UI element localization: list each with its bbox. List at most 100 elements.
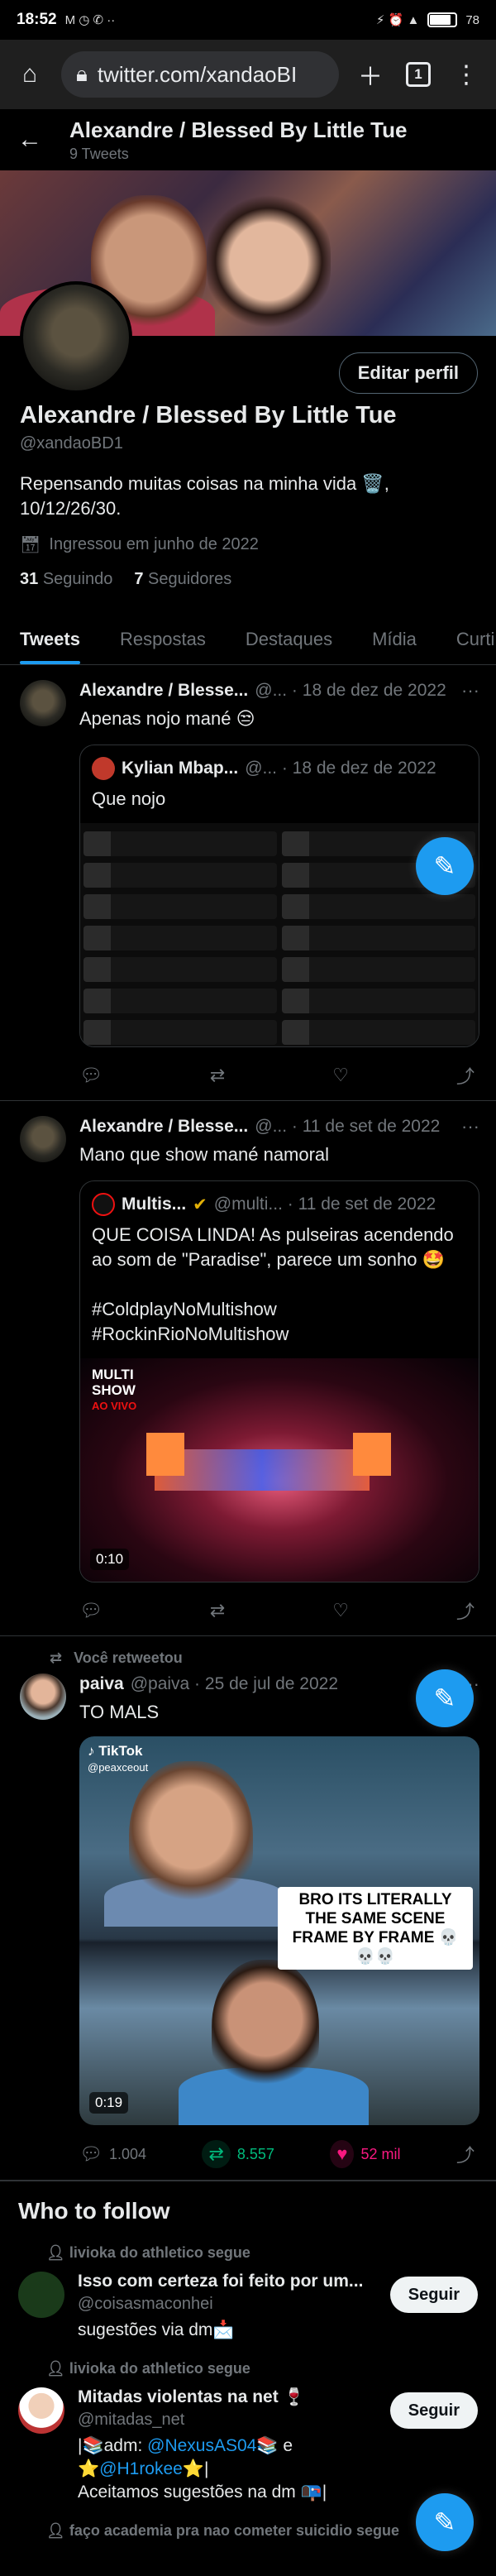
compose-tweet-button[interactable]: ✎ bbox=[416, 1669, 474, 1727]
retweet-count: 8.557 bbox=[236, 2145, 274, 2162]
tweet-author-name[interactable]: Alexandre / Blesse... bbox=[79, 681, 248, 701]
more-options-icon[interactable]: ··· bbox=[461, 1116, 479, 1137]
quoted-tweet[interactable]: Kylian Mbap... @... · 18 de dez de 2022 … bbox=[79, 745, 479, 1047]
tab-replies[interactable]: Respostas bbox=[100, 614, 226, 664]
address-bar[interactable]: 🔒︎ twitter.com/xandaoBI bbox=[61, 51, 339, 98]
tab-switcher-button[interactable]: 1 bbox=[402, 58, 435, 91]
suggestion-item[interactable]: 👤︎ livioka do athletico segue Mitadas vi… bbox=[18, 2360, 478, 2504]
profile-avatar[interactable] bbox=[20, 281, 132, 394]
reply-icon: 💬︎ bbox=[79, 2143, 103, 2164]
social-context: 👤︎ faço academia pra nao cometer suicidi… bbox=[46, 2522, 478, 2540]
logo-line-3: AO VIVO bbox=[92, 1400, 137, 1412]
tweet-avatar[interactable] bbox=[20, 680, 66, 726]
heart-icon: ♡ bbox=[332, 1600, 350, 1621]
reply-button[interactable]: 💬︎ bbox=[79, 1065, 103, 1086]
tweet-text: Mano que show mané namoral bbox=[79, 1144, 330, 1165]
person-icon: 👤︎ bbox=[46, 2360, 69, 2377]
retweet-label: Você retweetou bbox=[74, 1650, 183, 1666]
tab-media[interactable]: Mídia bbox=[352, 614, 436, 664]
following-label: Seguindo bbox=[42, 570, 113, 588]
quoted-video[interactable]: MULTI SHOW AO VIVO 0:10 bbox=[80, 1358, 479, 1582]
retweet-button[interactable]: ⇄ 8.557 bbox=[202, 2140, 274, 2168]
quoted-meta: @multi... · 11 de set de 2022 bbox=[213, 1195, 436, 1214]
social-context: 👤︎ livioka do athletico segue bbox=[46, 2360, 250, 2377]
share-button[interactable]: ⤴ bbox=[456, 1597, 475, 1624]
suggestion-item[interactable]: 👤︎ livioka do athletico segue Isso com c… bbox=[18, 2244, 478, 2342]
tweet-author-name[interactable]: Alexandre / Blesse... bbox=[79, 1117, 248, 1137]
tab-likes[interactable]: Curti bbox=[436, 614, 496, 664]
tiktok-icon: ♪ bbox=[88, 1743, 95, 1759]
following-link[interactable]: 31 Seguindo bbox=[20, 570, 112, 589]
bio-mention[interactable]: @H1rokee bbox=[99, 2459, 183, 2478]
suggestion-avatar[interactable] bbox=[18, 2272, 64, 2318]
verified-badge-icon: ✔ bbox=[193, 1195, 207, 1214]
followers-link[interactable]: 7 Seguidores bbox=[134, 570, 231, 589]
reply-button[interactable]: 💬︎ 1.004 bbox=[79, 2143, 146, 2165]
reply-button[interactable]: 💬︎ bbox=[79, 1600, 103, 1621]
social-context: 👤︎ livioka do athletico segue bbox=[46, 2244, 250, 2262]
suggestion-name[interactable]: Mitadas violentas na net 🍷 bbox=[78, 2387, 387, 2407]
follow-button[interactable]: Seguir bbox=[389, 2392, 478, 2429]
share-icon: ⤴ bbox=[455, 2145, 475, 2166]
system-icons: ⚡ ⏰ ▲ bbox=[375, 13, 420, 27]
battery-icon bbox=[427, 12, 458, 27]
profile-tabs: Tweets Respostas Destaques Mídia Curti bbox=[0, 614, 496, 665]
tiktok-handle: @peaxceout bbox=[88, 1761, 149, 1774]
quoted-meta: @... · 18 de dez de 2022 bbox=[245, 759, 436, 778]
like-button[interactable]: ♡ bbox=[332, 1600, 349, 1621]
retweet-button[interactable]: ⇄ bbox=[210, 1065, 225, 1086]
tab-highlights[interactable]: Destaques bbox=[226, 614, 352, 664]
new-tab-icon[interactable]: ＋ bbox=[354, 58, 387, 91]
like-button[interactable]: ♡ bbox=[332, 1065, 349, 1086]
back-arrow-icon[interactable]: ← bbox=[13, 123, 46, 156]
quoted-text: Que nojo bbox=[92, 788, 166, 809]
profile-header-bar: ← Alexandre / Blessed By Little Tue 9 Tw… bbox=[0, 109, 496, 170]
tweet[interactable]: paiva @paiva · 25 de jul de 2022 ··· TO … bbox=[0, 1667, 496, 2180]
tab-tweets[interactable]: Tweets bbox=[0, 614, 100, 664]
joined-text: Ingressou em junho de 2022 bbox=[49, 535, 259, 553]
tweet-avatar[interactable] bbox=[20, 1673, 66, 1720]
compose-tweet-button[interactable]: ✎ bbox=[416, 837, 474, 895]
tweet-actions: 💬︎ ⇄ ♡ ⤴ bbox=[79, 1062, 479, 1089]
retweet-indicator: ⇄ Você retweetou bbox=[0, 1636, 496, 1667]
feather-plus-icon: ✎ bbox=[433, 2507, 456, 2537]
person-icon: 👤︎ bbox=[46, 2244, 69, 2261]
tweet-text: Apenas nojo mané 😒 bbox=[79, 708, 255, 729]
edit-profile-button[interactable]: Editar perfil bbox=[338, 352, 478, 394]
social-context-text: faço academia pra nao cometer suicidio s… bbox=[69, 2522, 400, 2539]
quoted-text: QUE COISA LINDA! As pulseiras acendendo … bbox=[92, 1224, 454, 1344]
tab-count: 1 bbox=[406, 62, 431, 87]
suggestion-name[interactable]: Isso com certeza foi feito por um... bbox=[78, 2272, 387, 2291]
more-options-icon[interactable]: ··· bbox=[461, 680, 479, 701]
tweet[interactable]: Alexandre / Blesse... @... · 11 de set d… bbox=[0, 1101, 496, 1636]
battery-level: 78 bbox=[465, 12, 479, 27]
share-button[interactable]: ⤴ bbox=[456, 2141, 475, 2167]
suggestion-item[interactable]: 👤︎ faço academia pra nao cometer suicidi… bbox=[18, 2522, 478, 2540]
browser-toolbar: ⌂ 🔒︎ twitter.com/xandaoBI ＋ 1 ⋮ bbox=[0, 40, 496, 109]
compose-tweet-button[interactable]: ✎ bbox=[416, 2493, 474, 2551]
tweet-author-name[interactable]: paiva bbox=[79, 1674, 124, 1694]
follow-button[interactable]: Seguir bbox=[389, 2277, 478, 2313]
followers-count: 7 bbox=[134, 570, 144, 588]
retweet-button[interactable]: ⇄ bbox=[210, 1600, 225, 1621]
home-icon[interactable]: ⌂ bbox=[13, 58, 46, 91]
tiktok-brand: TikTok bbox=[98, 1743, 143, 1759]
logo-line-2: SHOW bbox=[92, 1382, 136, 1398]
like-button[interactable]: ♥ 52 mil bbox=[330, 2140, 400, 2168]
tweet-actions: 💬︎ ⇄ ♡ ⤴ bbox=[79, 1597, 479, 1624]
share-icon: ⤴ bbox=[455, 1066, 475, 1087]
tweet-actions: 💬︎ 1.004 ⇄ 8.557 ♥ 52 mil ⤴ bbox=[79, 2140, 479, 2168]
tweet-video[interactable]: ♪ TikTok @peaxceout BRO ITS LITERALLY TH… bbox=[79, 1736, 479, 2125]
suggestion-avatar[interactable] bbox=[18, 2387, 64, 2434]
notification-icons: M ◷ ✆ ·· bbox=[64, 13, 116, 27]
suggestion-social-row: 👤︎ livioka do athletico segue bbox=[18, 2244, 478, 2267]
bio-mention[interactable]: @NexusAS04 bbox=[147, 2436, 256, 2455]
menu-kebab-icon[interactable]: ⋮ bbox=[450, 58, 483, 91]
tweet-avatar[interactable] bbox=[20, 1116, 66, 1162]
share-button[interactable]: ⤴ bbox=[456, 1062, 475, 1089]
tweet-meta: @... · 18 de dez de 2022 bbox=[255, 681, 446, 700]
quoted-tweet[interactable]: Multis... ✔ @multi... · 11 de set de 202… bbox=[79, 1180, 479, 1582]
suggestion-handle: @coisasmaconhei bbox=[78, 2295, 213, 2313]
tweet-count: 9 Tweets bbox=[69, 145, 129, 162]
suggestion-bio: |📚adm: @NexusAS04📚 e ⭐@H1rokee⭐| Aceitam… bbox=[78, 2435, 387, 2504]
